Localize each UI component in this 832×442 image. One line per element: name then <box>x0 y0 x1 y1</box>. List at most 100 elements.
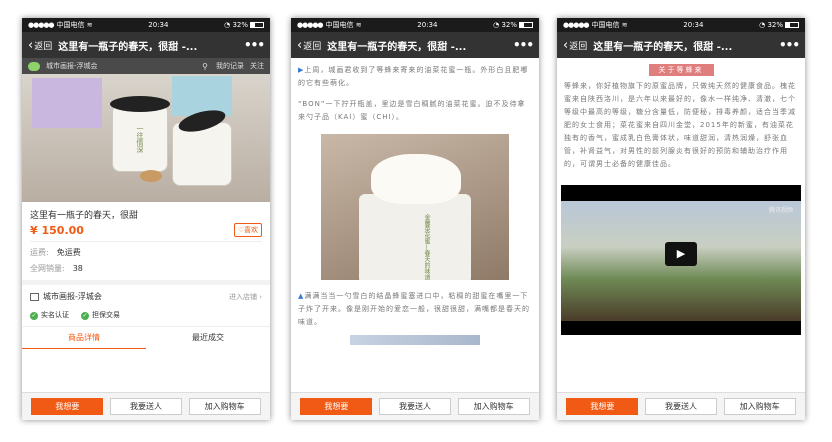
battery-percent: 32% <box>232 21 248 29</box>
sales-value: 38 <box>72 264 83 273</box>
want-button[interactable]: 我想要 <box>300 398 373 415</box>
bluetooth-icon: ◔ <box>224 21 231 29</box>
jar-lid-left <box>110 96 170 112</box>
like-button[interactable]: ♡喜欢 <box>233 223 262 237</box>
chevron-right-icon: › <box>259 292 262 301</box>
battery-percent: 32% <box>767 21 783 29</box>
shop-name[interactable]: 城市画报-浮城会 <box>46 61 202 71</box>
more-menu-button[interactable]: ••• <box>513 38 534 52</box>
tab-details[interactable]: 商品详情 <box>22 327 146 349</box>
back-button[interactable]: ‹ 返回 <box>563 39 587 52</box>
detail-tabs: 商品详情 最近成交 <box>22 326 270 349</box>
nav-bar: ‹ 返回 这里有一瓶子的春天，很甜 -... ••• <box>22 32 270 58</box>
gift-box-right <box>172 76 232 116</box>
nav-bar: ‹ 返回 这里有一瓶子的春天，很甜 -... ••• <box>557 32 805 58</box>
article-paragraph: ▲满满当当一勺雪白的结晶蜂蜜塞进口中，粘稠的甜蜜在嘴里一下子炸了开来。像是刚开始… <box>298 292 530 326</box>
article-content: ▶上周，城画君收到了等蜂来寄来的油菜花蜜一瓶。外形白且肥嘟的它有些萌化。 “BO… <box>291 58 539 351</box>
shop-logo-icon <box>28 61 40 71</box>
article-paragraph: ▶上周，城画君收到了等蜂来寄来的油菜花蜜一瓶。外形白且肥嘟的它有些萌化。 <box>298 66 529 87</box>
bottom-action-bar: 我想要 我要送人 加入购物车 <box>22 392 270 420</box>
carrier-label: 中国电信 <box>56 21 85 29</box>
signal-icon: ●●●●● <box>297 21 324 29</box>
honey-jar-left: 一往情深 <box>112 104 168 172</box>
signal-icon: ●●●●● <box>28 21 55 29</box>
tab-recent-deals[interactable]: 最近成交 <box>146 327 270 349</box>
gift-button[interactable]: 我要送人 <box>378 398 451 415</box>
enter-shop-link[interactable]: 进入店铺 <box>229 293 257 301</box>
wooden-spoon <box>140 170 162 182</box>
page-title: 这里有一瓶子的春天，很甜 -... <box>593 41 733 53</box>
phone-brand-page: ●●●●● 中国电信 ≋ 20:34 ◔ 32% ‹ 返回 这里有一瓶子的春天，很甜… <box>557 18 805 420</box>
product-title: 这里有一瓶子的春天，很甜 <box>30 211 139 221</box>
honey-photo[interactable]: 金馨菜花蜜—春天的味道 <box>321 134 509 280</box>
bluetooth-icon: ◔ <box>759 21 766 29</box>
next-image-preview <box>350 335 480 345</box>
gift-box-left <box>32 78 102 128</box>
chevron-left-icon: ‹ <box>563 37 569 53</box>
bluetooth-icon: ◔ <box>493 21 500 29</box>
honey-jar-right <box>172 122 232 186</box>
status-bar: ●●●●● 中国电信 ≋ 20:34 ◔ 32% <box>291 18 539 32</box>
want-button[interactable]: 我想要 <box>566 398 639 415</box>
chevron-left-icon: ‹ <box>297 37 303 53</box>
sales-row: 全网销量: 38 <box>30 264 83 273</box>
bottom-action-bar: 我想要 我要送人 加入购物车 <box>557 392 805 420</box>
shop-name-row: 城市画报-浮城会 <box>43 292 102 301</box>
add-to-cart-button[interactable]: 加入购物车 <box>723 398 796 415</box>
page-title: 这里有一瓶子的春天，很甜 -... <box>327 41 467 53</box>
more-menu-button[interactable]: ••• <box>244 38 265 52</box>
add-to-cart-button[interactable]: 加入购物车 <box>188 398 261 415</box>
shipping-row: 运费: 免运费 <box>30 248 81 257</box>
video-player[interactable]: 腾讯视频 ▶ <box>561 185 801 335</box>
wifi-icon: ≋ <box>621 21 628 29</box>
play-icon[interactable]: ▶ <box>665 242 697 266</box>
article-paragraph: “BON”一下拧开瓶盖，里边是雪白稠腻的油菜花蜜。迫不及待拿来勺子品（KAI）蜜… <box>298 100 526 121</box>
status-bar: ●●●●● 中国电信 ≋ 20:34 ◔ 32% <box>22 18 270 32</box>
back-button[interactable]: ‹ 返回 <box>297 39 321 52</box>
badge-secure: 担保交易 <box>92 311 120 319</box>
wifi-icon: ≋ <box>86 21 93 29</box>
search-icon[interactable]: ⚲ <box>202 62 208 71</box>
status-time: 20:34 <box>683 21 704 29</box>
gift-button[interactable]: 我要送人 <box>644 398 717 415</box>
wifi-icon: ≋ <box>355 21 362 29</box>
battery-percent: 32% <box>501 21 517 29</box>
product-image[interactable]: 一往情深 <box>22 74 270 202</box>
check-icon: ✓ <box>81 312 89 320</box>
section-heading: 关于等蜂来 <box>564 64 798 76</box>
phone-product-page: ●●●●● 中国电信 ≋ 20:34 ◔ 32% ‹ 返回 这里有一瓶子的春天，很甜… <box>22 18 270 420</box>
my-records-link[interactable]: 我的记录 <box>216 61 244 71</box>
chevron-left-icon: ‹ <box>28 37 34 53</box>
phone-article-page: ●●●●● 中国电信 ≋ 20:34 ◔ 32% ‹ 返回 这里有一瓶子的春天，很甜… <box>291 18 539 420</box>
shop-bar: 城市画报-浮城会 ⚲ 我的记录 关注 <box>22 58 270 74</box>
add-to-cart-button[interactable]: 加入购物车 <box>457 398 530 415</box>
bottom-action-bar: 我想要 我要送人 加入购物车 <box>291 392 539 420</box>
back-button[interactable]: ‹ 返回 <box>28 39 52 52</box>
gift-button[interactable]: 我要送人 <box>109 398 182 415</box>
status-bar: ●●●●● 中国电信 ≋ 20:34 ◔ 32% <box>557 18 805 32</box>
check-icon: ✓ <box>30 312 38 320</box>
jar-label: 金馨菜花蜜—春天的味道 <box>423 214 430 280</box>
brand-description: 等蜂来，你好植物旗下的原蜜品牌，只做纯天然的健康食品。槐花蜜来自陕西洛川，是六年… <box>564 82 796 168</box>
want-button[interactable]: 我想要 <box>31 398 104 415</box>
battery-icon <box>250 22 264 28</box>
carrier-label: 中国电信 <box>591 21 620 29</box>
shop-icon <box>30 292 39 301</box>
brand-content: 关于等蜂来 等蜂来，你好植物旗下的原蜜品牌，只做纯天然的健康食品。槐花蜜来自陕西… <box>557 58 805 177</box>
shop-entry-row[interactable]: 城市画报-浮城会 进入店铺 › <box>22 285 270 308</box>
battery-icon <box>785 22 799 28</box>
page-title: 这里有一瓶子的春天，很甜 -... <box>58 41 198 53</box>
nav-bar: ‹ 返回 这里有一瓶子的春天，很甜 -... ••• <box>291 32 539 58</box>
trust-badges: ✓ 实名认证 ✓ 担保交易 <box>22 308 270 326</box>
video-watermark: 腾讯视频 <box>768 207 793 214</box>
more-menu-button[interactable]: ••• <box>779 38 800 52</box>
carrier-label: 中国电信 <box>325 21 354 29</box>
jar-text: 一往情深 <box>136 125 144 153</box>
shipping-value: 免运费 <box>56 248 81 257</box>
badge-verified: 实名认证 <box>41 311 69 319</box>
status-time: 20:34 <box>417 21 438 29</box>
follow-button[interactable]: 关注 <box>250 61 264 71</box>
status-time: 20:34 <box>148 21 169 29</box>
battery-icon <box>519 22 533 28</box>
product-price: ¥ 150.00 <box>30 223 84 237</box>
